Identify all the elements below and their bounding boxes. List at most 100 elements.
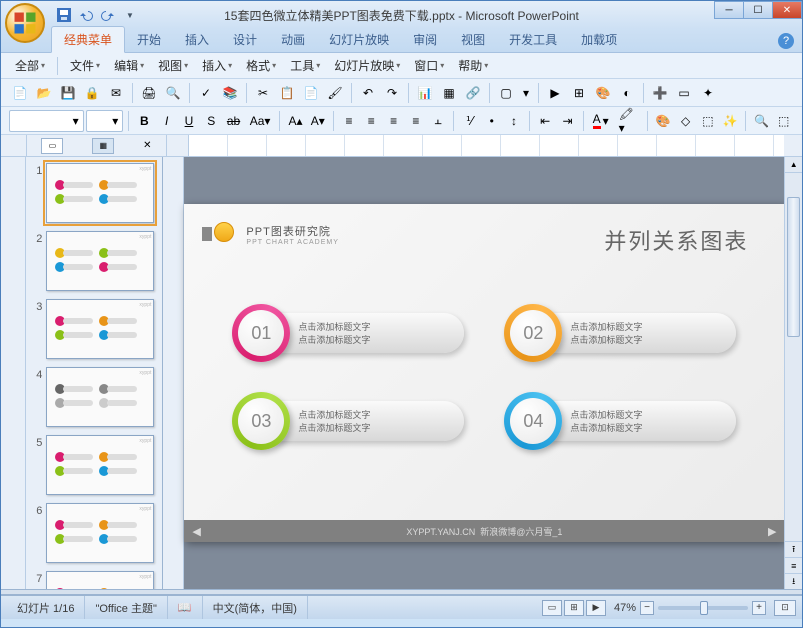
menu-help[interactable]: 帮助▾: [452, 54, 494, 77]
strikethrough-icon[interactable]: ab: [223, 110, 243, 132]
slide-selector-icon[interactable]: ≡: [785, 557, 802, 573]
pill-01[interactable]: 01点击添加标题文字点击添加标题文字: [232, 304, 464, 362]
zoom-slider-handle[interactable]: [700, 601, 708, 615]
slideshow-view-icon[interactable]: ▶: [586, 600, 606, 616]
menu-tools[interactable]: 工具▾: [284, 54, 326, 77]
pill-02[interactable]: 02点击添加标题文字点击添加标题文字: [504, 304, 736, 362]
pill-04[interactable]: 04点击添加标题文字点击添加标题文字: [504, 392, 736, 450]
tab-classic-menu[interactable]: 经典菜单: [51, 26, 125, 53]
tab-review[interactable]: 审阅: [401, 27, 449, 52]
spellcheck-icon[interactable]: ✓: [195, 82, 217, 104]
increase-indent-icon[interactable]: ⇥: [557, 110, 577, 132]
menu-all[interactable]: 全部▾: [9, 54, 51, 77]
select-icon[interactable]: ⬚: [774, 110, 794, 132]
zoom-combo[interactable]: ▾: [519, 82, 533, 104]
horizontal-ruler[interactable]: [189, 135, 784, 156]
help-icon[interactable]: ?: [778, 33, 794, 49]
scroll-up-icon[interactable]: ▲: [785, 157, 802, 173]
email-icon[interactable]: ✉: [105, 82, 127, 104]
layout-icon[interactable]: ▭: [673, 82, 695, 104]
fontsize-combo[interactable]: ▾: [86, 110, 124, 132]
thumbnail-slide-6[interactable]: xyppt: [46, 503, 154, 563]
undo-icon[interactable]: [77, 6, 95, 24]
tables-borders-icon[interactable]: ▢: [495, 82, 517, 104]
tab-home[interactable]: 开始: [125, 27, 173, 52]
menu-window[interactable]: 窗口▾: [408, 54, 450, 77]
thumbnail-tab-icon[interactable]: ▦: [92, 138, 114, 154]
cut-icon[interactable]: ✂: [252, 82, 274, 104]
save-icon[interactable]: 💾: [57, 82, 79, 104]
hyperlink-icon[interactable]: 🔗: [462, 82, 484, 104]
slide-counter[interactable]: 幻灯片 1/16: [7, 596, 85, 619]
tab-slideshow[interactable]: 幻灯片放映: [317, 27, 401, 52]
align-left-icon[interactable]: ≡: [339, 110, 359, 132]
color-icon[interactable]: 🎨: [592, 82, 614, 104]
new-icon[interactable]: 📄: [9, 82, 31, 104]
thumbnail-slide-1[interactable]: xyppt: [46, 163, 154, 223]
find-icon[interactable]: 🔍: [751, 110, 771, 132]
prev-slide-icon[interactable]: ⭱: [785, 541, 802, 557]
decrease-indent-icon[interactable]: ⇤: [535, 110, 555, 132]
justify-icon[interactable]: ≡: [406, 110, 426, 132]
maximize-button[interactable]: ☐: [743, 1, 773, 19]
font-combo[interactable]: ▾: [9, 110, 84, 132]
zoom-in-icon[interactable]: +: [752, 601, 766, 615]
vertical-scrollbar[interactable]: ▲ ⭱ ≡ ⭳: [784, 157, 802, 589]
table-icon[interactable]: ▦: [438, 82, 460, 104]
qat-dropdown-icon[interactable]: ▼: [121, 6, 139, 24]
sorter-view-icon[interactable]: ⊞: [564, 600, 584, 616]
theme-name[interactable]: "Office 主题": [85, 596, 167, 619]
permission-icon[interactable]: 🔒: [81, 82, 103, 104]
language-status[interactable]: 中文(简体，中国): [203, 596, 308, 619]
shrink-font-icon[interactable]: A▾: [308, 110, 328, 132]
format-painter-icon[interactable]: 🖌: [324, 82, 346, 104]
close-pane-icon[interactable]: ✕: [143, 140, 151, 151]
tab-animation[interactable]: 动画: [269, 27, 317, 52]
thumbnail-pane[interactable]: 1xyppt2xyppt3xyppt4xyppt5xyppt6xyppt7xyp…: [26, 157, 163, 589]
design-icon[interactable]: ✦: [697, 82, 719, 104]
print-icon[interactable]: 🖨: [138, 82, 160, 104]
shadow-icon[interactable]: S: [201, 110, 221, 132]
align-center-icon[interactable]: ≡: [361, 110, 381, 132]
thumbnail-slide-3[interactable]: xyppt: [46, 299, 154, 359]
highlight-icon[interactable]: 🖍▾: [615, 110, 643, 132]
shape-outline-icon[interactable]: ◇: [675, 110, 695, 132]
next-slide-icon[interactable]: ⭳: [785, 573, 802, 589]
italic-icon[interactable]: I: [157, 110, 177, 132]
scrollbar-thumb[interactable]: [787, 197, 800, 337]
fit-window-icon[interactable]: ⊡: [774, 600, 796, 616]
new-slide-icon[interactable]: ➕: [649, 82, 671, 104]
undo-icon[interactable]: ↶: [357, 82, 379, 104]
align-right-icon[interactable]: ≡: [383, 110, 403, 132]
close-button[interactable]: ✕: [772, 1, 802, 19]
grayscale-icon[interactable]: ◐: [616, 82, 638, 104]
outline-tab-icon[interactable]: ▭: [41, 138, 63, 154]
redo-icon[interactable]: ↷: [381, 82, 403, 104]
footer-next-icon[interactable]: ▶: [768, 525, 776, 538]
bold-icon[interactable]: B: [134, 110, 154, 132]
tab-insert[interactable]: 插入: [173, 27, 221, 52]
slide-canvas[interactable]: PPT图表研究院 PPT CHART ACADEMY 并列关系图表 01点击添加…: [184, 204, 784, 542]
distribute-icon[interactable]: ⫠: [428, 110, 448, 132]
zoom-out-icon[interactable]: −: [640, 601, 654, 615]
menu-format[interactable]: 格式▾: [240, 54, 282, 77]
menu-file[interactable]: 文件▾: [64, 54, 106, 77]
footer-prev-icon[interactable]: ◀: [192, 525, 200, 538]
slide-editor[interactable]: PPT图表研究院 PPT CHART ACADEMY 并列关系图表 01点击添加…: [184, 157, 784, 589]
tab-addins[interactable]: 加载项: [569, 27, 629, 52]
research-icon[interactable]: 📚: [219, 82, 241, 104]
thumbnail-slide-5[interactable]: xyppt: [46, 435, 154, 495]
shape-fill-icon[interactable]: 🎨: [653, 110, 673, 132]
chart-icon[interactable]: 📊: [414, 82, 436, 104]
bullets-icon[interactable]: •: [482, 110, 502, 132]
grid-icon[interactable]: ⊞: [568, 82, 590, 104]
normal-view-icon[interactable]: ▭: [542, 600, 562, 616]
copy-icon[interactable]: 📋: [276, 82, 298, 104]
numbering-icon[interactable]: ⅟: [459, 110, 479, 132]
linespacing-icon[interactable]: ↕: [504, 110, 524, 132]
slideshow-icon[interactable]: ▶: [544, 82, 566, 104]
save-icon[interactable]: [55, 6, 73, 24]
redo-icon[interactable]: [99, 6, 117, 24]
menu-slideshow[interactable]: 幻灯片放映▾: [328, 54, 406, 77]
paste-icon[interactable]: 📄: [300, 82, 322, 104]
